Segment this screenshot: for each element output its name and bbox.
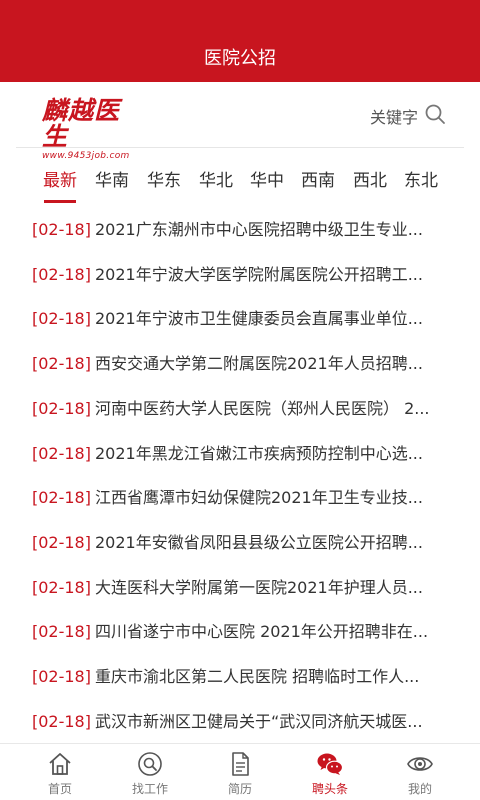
item-title: 2021广东潮州市中心医院招聘中级卫生专业...	[94, 220, 423, 239]
item-date: [02-18]	[32, 667, 91, 686]
wechat-icon	[317, 753, 344, 775]
item-title: 2021年黑龙江省嫩江市疾病预防控制中心选...	[94, 443, 423, 463]
item-date: [02-18]	[32, 354, 91, 374]
item-title: 江西省鹰潭市妇幼保健院2021年卫生专业技...	[94, 488, 423, 508]
list-item[interactable]: [02-18] 2021年宁波市卫生健康委员会直属事业单位...	[32, 297, 447, 341]
tab-northwest[interactable]: 西北	[353, 166, 387, 191]
home-icon	[49, 753, 71, 775]
item-title: 2021年宁波大学医学院附属医院公开招聘工...	[94, 264, 423, 284]
tab-north-china[interactable]: 华北	[199, 166, 233, 191]
eye-icon	[407, 757, 433, 771]
resume-icon	[232, 752, 249, 776]
item-title: 重庆市渝北区第二人民医院 招聘临时工作人...	[94, 667, 420, 686]
item-title: 武汉市新洲区卫健局关于“武汉同济航天城医...	[94, 711, 423, 731]
list-item[interactable]: [02-18] 2021广东潮州市中心医院招聘中级卫生专业...	[32, 208, 447, 252]
list-item[interactable]: [02-18] 西安交通大学第二附属医院2021年人员招聘...	[32, 342, 447, 386]
header-divider	[16, 147, 464, 148]
item-title: 大连医科大学附属第一医院2021年护理人员...	[94, 577, 423, 597]
top-app-bar: 医院公招	[0, 0, 480, 82]
list-item[interactable]: [02-18] 重庆市渝北区第二人民医院 招聘临时工作人...	[32, 655, 447, 699]
list-item[interactable]: [02-18] 四川省遂宁市中心医院 2021年公开招聘非在...	[32, 610, 447, 654]
region-tabs: 最新 华南 华东 华北 华中 西南 西北 东北	[0, 150, 480, 204]
item-date: [02-18]	[32, 711, 91, 731]
item-title: 四川省遂宁市中心医院 2021年公开招聘非在...	[94, 622, 429, 642]
keyword-search-label[interactable]: 关键字	[370, 104, 418, 128]
nav-home-label: 首页	[47, 782, 72, 796]
site-logo[interactable]: 麟越医生 www.9453job.com	[42, 98, 142, 162]
nav-home[interactable]: 首页	[12, 744, 108, 800]
list-item[interactable]: [02-18] 江西省鹰潭市妇幼保健院2021年卫生专业技...	[32, 476, 447, 520]
find-job-icon	[138, 752, 162, 776]
nav-headlines-label: 聘头条	[311, 782, 348, 796]
brand-row: 麟越医生 www.9453job.com 关键字	[0, 82, 480, 162]
list-item[interactable]: [02-18] 2021年宁波大学医学院附属医院公开招聘工...	[32, 253, 447, 297]
list-item[interactable]: [02-18] 2021年黑龙江省嫩江市疾病预防控制中心选...	[32, 432, 447, 476]
item-date: [02-18]	[32, 309, 91, 329]
item-title: 2021年宁波市卫生健康委员会直属事业单位...	[94, 309, 423, 329]
item-title: 河南中医药大学人民医院（郑州人民医院） 2...	[94, 398, 430, 418]
nav-resume-label: 简历	[227, 782, 252, 796]
tab-central-china[interactable]: 华中	[250, 166, 284, 191]
item-title: 西安交通大学第二附属医院2021年人员招聘...	[94, 354, 423, 374]
list-item[interactable]: [02-18] 河南中医药大学人民医院（郑州人民医院） 2...	[32, 387, 447, 431]
item-date: [02-18]	[32, 488, 91, 508]
nav-mine-label: 我的	[407, 782, 432, 796]
item-date: [02-18]	[32, 220, 91, 239]
nav-headlines[interactable]: 聘头条	[282, 744, 378, 800]
tab-northeast[interactable]: 东北	[404, 166, 438, 191]
nav-resume[interactable]: 简历	[192, 744, 288, 800]
page-title: 医院公招	[204, 48, 276, 69]
list-item[interactable]: [02-18] 2021年安徽省凤阳县县级公立医院公开招聘...	[32, 521, 447, 565]
item-date: [02-18]	[32, 398, 91, 418]
list-item[interactable]: [02-18] 武汉市新洲区卫健局关于“武汉同济航天城医...	[32, 700, 447, 744]
item-date: [02-18]	[32, 577, 91, 597]
nav-mine[interactable]: 我的	[372, 744, 468, 800]
active-tab-indicator	[44, 200, 76, 203]
nav-find-job-label: 找工作	[131, 782, 168, 796]
search-icon[interactable]	[424, 103, 446, 125]
tab-latest[interactable]: 最新	[43, 166, 77, 191]
tab-southwest[interactable]: 西南	[301, 166, 335, 191]
nav-find-job[interactable]: 找工作	[102, 744, 198, 800]
item-date: [02-18]	[32, 264, 91, 284]
item-date: [02-18]	[32, 443, 91, 463]
tab-south-china[interactable]: 华南	[95, 166, 129, 191]
item-date: [02-18]	[32, 622, 91, 642]
tab-east-china[interactable]: 华东	[147, 166, 181, 191]
item-title: 2021年安徽省凤阳县县级公立医院公开招聘...	[94, 532, 423, 552]
item-date: [02-18]	[32, 532, 91, 552]
logo-text: 麟越医生	[42, 96, 121, 151]
list-item[interactable]: [02-18] 大连医科大学附属第一医院2021年护理人员...	[32, 566, 447, 610]
bottom-nav: 首页 找工作 简历 聘头条 我的	[0, 743, 480, 800]
